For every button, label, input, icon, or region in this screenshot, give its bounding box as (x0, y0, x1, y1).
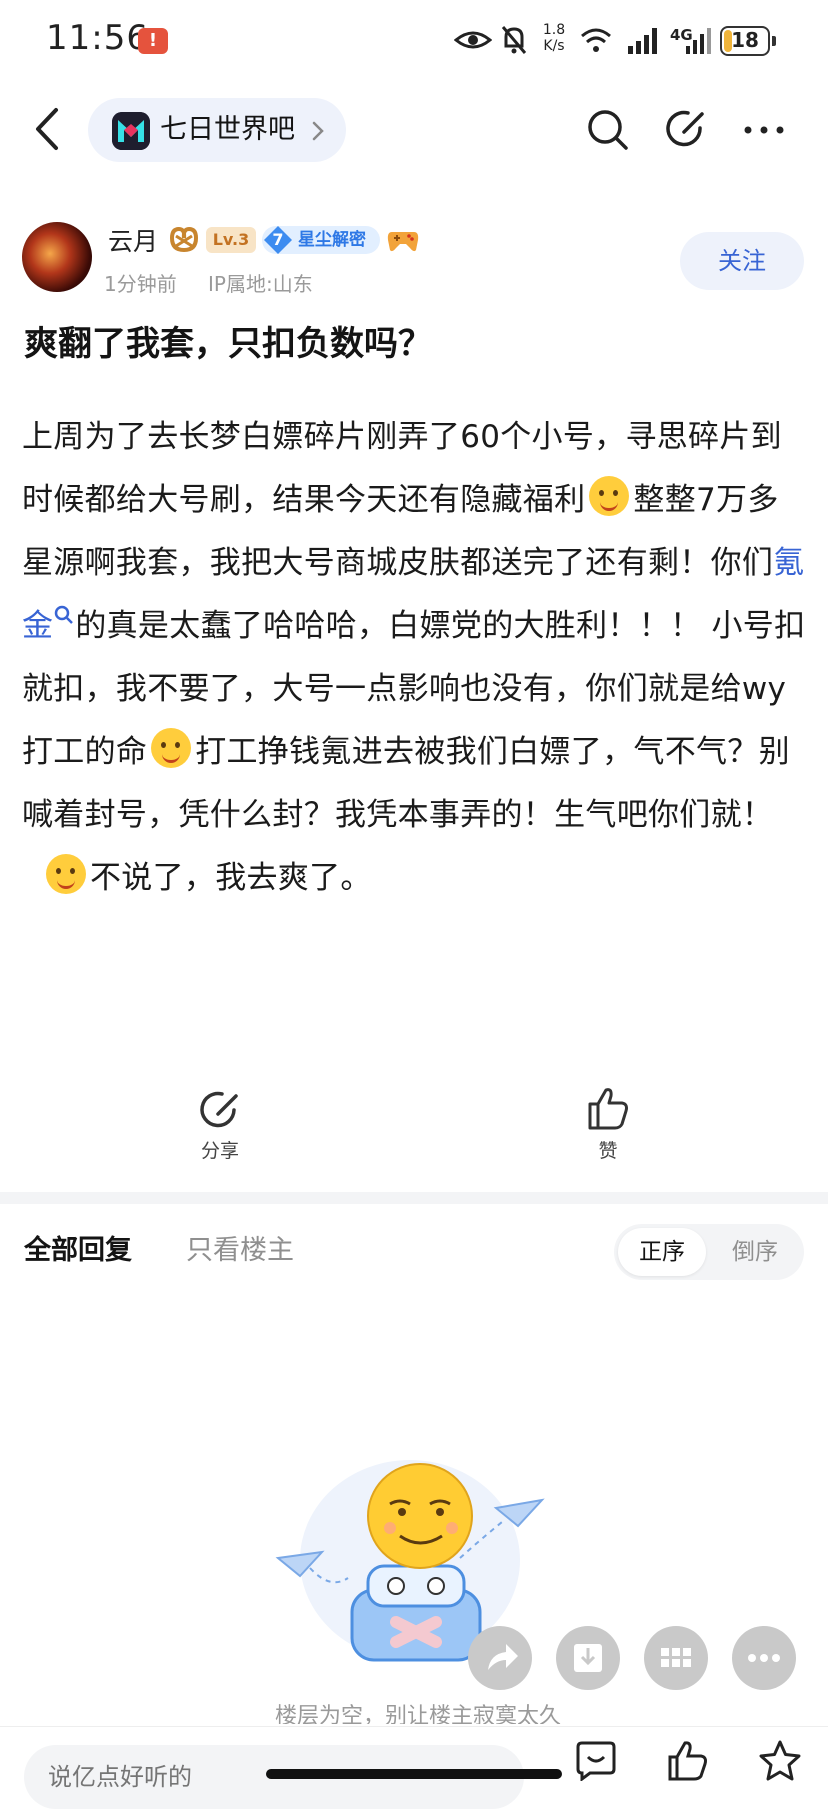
signal-icon-2 (686, 28, 711, 54)
honor-badge[interactable]: 7 星尘解密 (262, 226, 380, 254)
honor-badge-text: 星尘解密 (298, 230, 366, 250)
post-time: 1分钟前 (104, 272, 177, 296)
level-badge: Lv.3 (206, 227, 256, 253)
net-speed: 1.8 K/s (542, 22, 566, 54)
avatar[interactable] (22, 222, 92, 292)
forum-name: 七日世界吧 (160, 114, 295, 145)
gamepad-icon (387, 232, 419, 252)
home-indicator (266, 1769, 562, 1779)
thumbs-up-icon[interactable] (586, 1084, 630, 1132)
favorite-star-icon[interactable] (758, 1739, 802, 1783)
share-label[interactable]: 分享 (190, 1136, 250, 1163)
forum-logo-icon (112, 112, 150, 150)
follow-button[interactable]: 关注 (680, 232, 804, 290)
float-share-button[interactable] (468, 1626, 532, 1690)
post-title: 爽翻了我套，只扣负数吗？ (24, 324, 432, 364)
chevron-right-icon (312, 121, 324, 141)
post-body: 上周为了去长梦白嫖碎片刚弄了60个小号，寻思碎片到时候都给大号刷，结果今天还有隐… (22, 406, 808, 910)
bottom-bar (0, 1726, 828, 1809)
status-bar: 11:56 ! 1.8 K/s 4G 18 (0, 0, 828, 84)
tab-all-replies[interactable]: 全部回复 (24, 1228, 132, 1267)
pretzel-icon (169, 226, 199, 253)
empty-replies-text: 楼层为空，别让楼主寂寞太久 (274, 1704, 561, 1724)
ip-location: IP属地:山东 (208, 272, 313, 296)
tab-op-only[interactable]: 只看楼主 (186, 1228, 294, 1267)
share-icon[interactable] (196, 1086, 244, 1134)
author-name[interactable]: 云月 (108, 222, 158, 258)
post-body-text-5: 不说了，我去爽了。 (90, 860, 372, 896)
back-arrow-icon[interactable] (30, 104, 66, 154)
forum-chip[interactable]: 七日世界吧 (88, 98, 346, 162)
signal-icon (628, 28, 657, 54)
mute-bell-icon (501, 26, 527, 54)
keyword-search-icon[interactable] (53, 604, 75, 626)
more-icon[interactable] (740, 112, 788, 148)
battery-icon: 18 (720, 26, 770, 56)
section-divider (0, 1192, 828, 1204)
download-icon (574, 1644, 602, 1672)
forward-arrow-icon (488, 1644, 518, 1670)
wifi-icon (581, 28, 611, 52)
covering-mouth-emoji-icon (46, 854, 86, 894)
share-edit-icon[interactable] (664, 106, 710, 152)
grid-icon (661, 1648, 691, 1667)
yummy-face-emoji-icon (589, 476, 630, 516)
sort-toggle: 正序 倒序 (614, 1224, 804, 1280)
eye-icon (454, 31, 492, 49)
more-dots-icon (748, 1654, 780, 1662)
honor-badge-number: 7 (272, 230, 284, 249)
float-grid-button[interactable] (644, 1626, 708, 1690)
battery-alert-icon: ! (138, 28, 168, 54)
bottom-like-icon[interactable] (666, 1739, 710, 1783)
float-download-button[interactable] (556, 1626, 620, 1690)
sort-descending-button[interactable]: 倒序 (710, 1228, 800, 1276)
sort-ascending-button[interactable]: 正序 (618, 1228, 706, 1276)
comment-icon[interactable] (574, 1741, 618, 1781)
search-icon[interactable] (586, 108, 630, 152)
battery-tip (772, 36, 776, 46)
grin-face-emoji-icon (151, 728, 192, 768)
float-more-button[interactable] (732, 1626, 796, 1690)
battery-level: 18 (731, 28, 759, 52)
status-time: 11:56 (46, 18, 149, 58)
like-label[interactable]: 赞 (578, 1136, 638, 1163)
